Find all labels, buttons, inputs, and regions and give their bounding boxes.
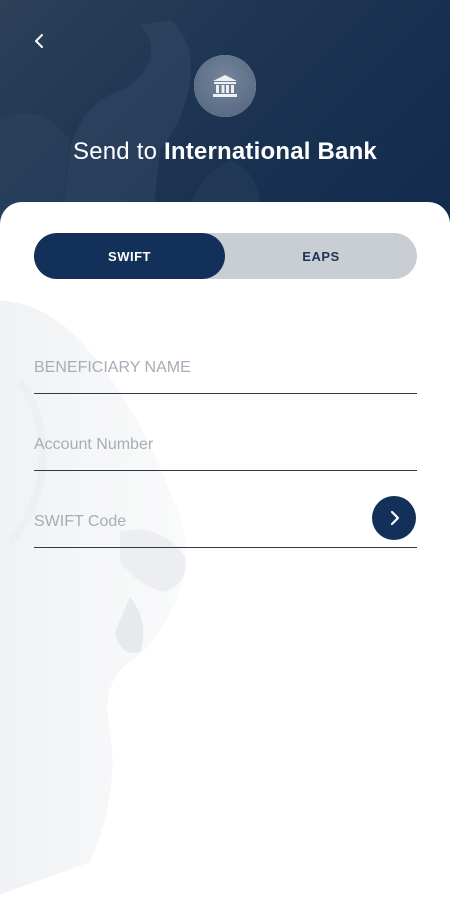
next-button[interactable] (372, 496, 416, 540)
tab-eaps[interactable]: EAPS (225, 233, 417, 279)
chevron-right-icon (390, 510, 400, 526)
bank-avatar (194, 55, 256, 117)
form-card: SWIFT EAPS (0, 202, 450, 900)
tab-swift[interactable]: SWIFT (34, 233, 225, 279)
account-number-field (34, 423, 417, 471)
chevron-left-icon (35, 34, 43, 48)
title-prefix: Send to (73, 138, 158, 165)
beneficiary-name-field (34, 346, 417, 394)
transfer-type-toggle: SWIFT EAPS (34, 233, 417, 279)
swift-code-field (34, 496, 417, 548)
swift-code-input[interactable] (34, 510, 334, 534)
beneficiary-name-input[interactable] (34, 356, 334, 380)
title-bank-type: International Bank (164, 138, 377, 165)
bank-icon (213, 75, 237, 97)
account-number-input[interactable] (34, 433, 334, 457)
page-title: Send to International Bank (0, 138, 450, 166)
back-button[interactable] (26, 28, 52, 54)
